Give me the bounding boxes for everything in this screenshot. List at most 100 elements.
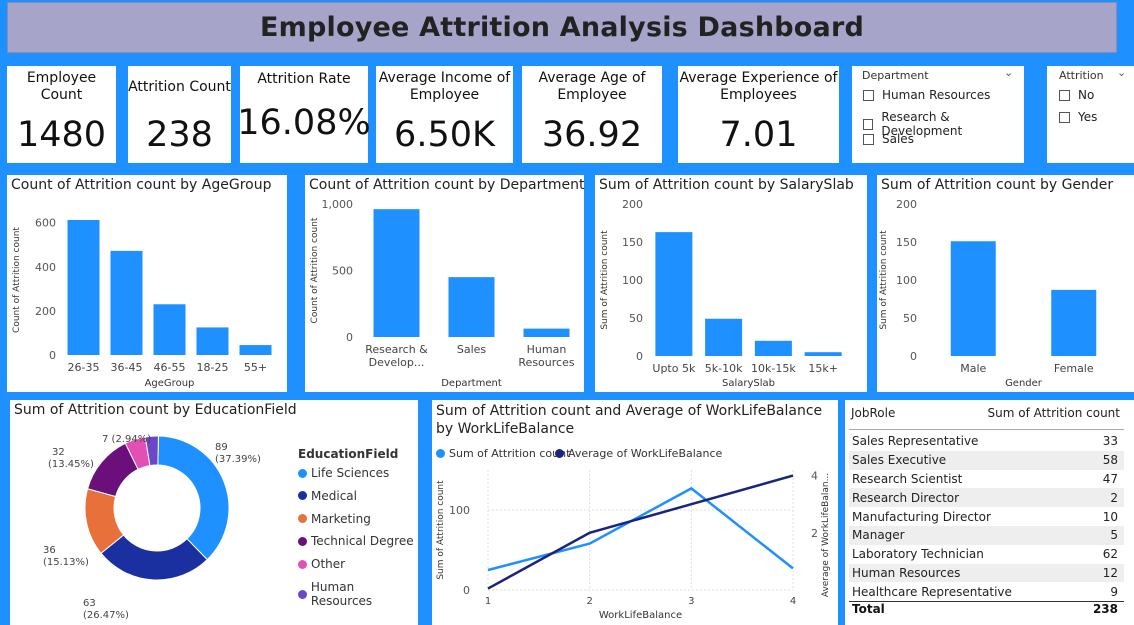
x-tick-label: Female [1054,362,1094,375]
y-tick-label: 50 [903,312,917,325]
dashboard-title-banner: Employee Attrition Analysis Dashboard [7,2,1117,53]
jobrole-cell: Human Resources [849,563,1089,583]
worklifebalance-chart-panel: Sum of Attrition count and Average of Wo… [432,400,838,625]
legend-item-medical[interactable]: Medical [298,489,357,503]
column-header-attrition-sum[interactable]: Sum of Attrition count [988,406,1124,429]
legend-item-life-sciences[interactable]: Life Sciences [298,466,389,480]
y-axis-title: Count of Attrition count [12,227,22,333]
x-tick-label: 15k+ [808,362,838,375]
legend-dot [298,589,307,599]
legend-item-technical-degree[interactable]: Technical Degree [298,534,414,548]
legend-title: EducationField [298,447,399,461]
y-tick-label: 600 [35,217,56,230]
total-label: Total [852,602,885,616]
series-line-sum-attrition[interactable] [487,486,794,572]
table-header: JobRole Sum of Attrition count [849,406,1124,430]
bar-female[interactable] [1051,289,1097,356]
kpi-average-income: Average Income of Employee 6.50K [376,66,513,163]
slicer-option-yes[interactable]: Yes [1059,110,1097,124]
table-row[interactable]: Research Scientist 47 [849,470,1124,489]
checkbox[interactable] [1059,89,1070,101]
chevron-down-icon[interactable]: ⌄ [1004,66,1013,79]
x-axis-title: Department [441,378,502,389]
bar-36-45[interactable] [110,250,143,355]
x-tick-label: Research & [365,343,428,356]
attrition-sum-cell: 47 [1102,471,1118,486]
bar-46-55[interactable] [153,304,186,355]
attrition-sum-cell: 62 [1102,547,1118,562]
slice-data-label: 7 (2.94%) [102,434,151,445]
x-axis-title: Gender [1005,378,1043,389]
y-axis-title: Sum of Attrition count [436,480,446,580]
jobrole-cell: Sales Representative [852,434,979,449]
bar-male[interactable] [950,241,996,356]
agegroup-chart-panel: Count of Attrition count by AgeGroup 0 20… [7,175,287,392]
table-row[interactable]: Healthcare Representative 9 [849,582,1124,601]
bar-5k-10k[interactable] [705,318,743,356]
x-tick-label: 18-25 [197,361,229,374]
attrition-sum-cell: 58 [1088,450,1124,470]
bar-15k[interactable] [804,352,842,356]
slicer-option-human-resources[interactable]: Human Resources [863,88,990,102]
table-total-row: Total 238 [849,601,1124,621]
y2-tick-label: 2 [811,527,818,540]
table-row[interactable]: Research Director 2 [849,488,1124,508]
x-tick-label: 55+ [244,361,267,374]
x-axis-title: AgeGroup [145,378,195,389]
bar-upto-5k[interactable] [655,232,693,356]
table-row[interactable]: Manager 5 [849,525,1124,545]
kpi-label: Attrition Count [128,78,231,95]
table-row[interactable]: Sales Executive 58 [849,450,1124,470]
legend-item-marketing[interactable]: Marketing [298,512,371,526]
slicer-option-sales[interactable]: Sales [863,132,914,146]
legend-dot [298,468,307,478]
legend-dot [298,514,307,524]
kpi-average-age: Average Age of Employee 36.92 [522,66,662,163]
table-row[interactable]: Human Resources 12 [849,563,1124,583]
y-tick-label: 150 [622,236,643,249]
table-row[interactable]: Manufacturing Director 10 [849,507,1124,526]
bar-18-25[interactable] [196,327,229,355]
slicer-option-label: Yes [1078,110,1098,124]
jobrole-cell: Research Scientist [852,471,963,486]
chevron-down-icon[interactable]: ⌄ [1117,66,1126,79]
checkbox[interactable] [1059,111,1070,123]
department-bar-chart: 0 500 1,000 Research &Develop... Sales HumanR… [310,198,575,389]
checkbox[interactable] [863,133,874,145]
x-tick-label: 1 [485,596,491,607]
column-header-jobrole[interactable]: JobRole [849,406,895,429]
y-tick-label: 100 [449,504,470,517]
worklifebalance-line-chart: 0 100 2 4 1 2 3 4 WorkLifeBalance Sum of Attritio… [436,470,831,621]
kpi-value: 6.50K [394,115,495,155]
slicer-option-label: No [1078,88,1095,102]
y-tick-label: 1,000 [322,198,354,211]
bar-research-develop[interactable] [373,209,420,337]
y2-axis-title: Average of WorkLifeBalan... [821,473,831,597]
attrition-sum-cell: 9 [1110,584,1118,599]
x-tick-label: Upto 5k [652,362,696,375]
checkbox[interactable] [863,118,874,130]
y-axis-title: Sum of Attrition count [600,230,610,330]
total-value: 238 [1092,602,1118,616]
y-tick-label: 200 [622,198,643,211]
attrition-sum-cell: 2 [1088,488,1124,508]
legend-item-other[interactable]: Other [298,557,345,571]
jobrole-table-panel: JobRole Sum of Attrition count Sales Rep… [845,400,1134,625]
table-row[interactable]: Laboratory Technician 62 [849,545,1124,564]
bar-55[interactable] [239,345,272,355]
bar-human-resources[interactable] [523,328,570,337]
bar-sales[interactable] [448,277,495,337]
table-row[interactable]: Sales Representative 33 [849,432,1124,451]
slicer-option-no[interactable]: No [1059,88,1094,102]
checkbox[interactable] [863,89,874,101]
bar-26-35[interactable] [67,220,100,355]
kpi-value: 1480 [16,115,107,155]
y-tick-label: 200 [896,198,917,211]
bar-10k-15k[interactable] [754,340,792,356]
salaryslab-bar-chart: 0 50 100 150 200 Upto 5k 5k-10k 10k-15k 15k+ Sala… [600,198,842,389]
legend-label: Life Sciences [311,466,390,480]
kpi-average-experience: Average Experience of Employees 7.01 [678,66,839,163]
legend-item-human-resources[interactable]: Human Resources [298,580,418,608]
x-tick-label: Human [527,343,567,356]
department-chart-panel: Count of Attrition count by Department 0… [305,175,584,392]
